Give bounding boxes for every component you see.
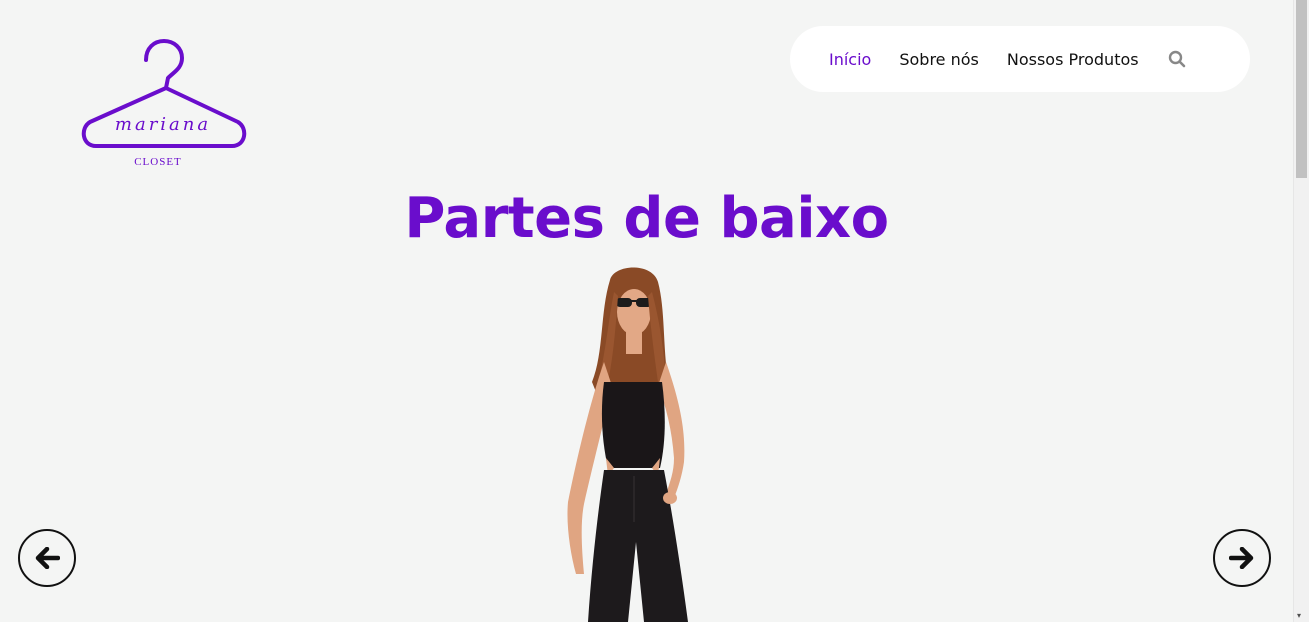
carousel-prev-button[interactable]	[18, 529, 76, 587]
logo-script-text: mariana	[114, 114, 212, 135]
nav-link-inicio[interactable]: Início	[829, 50, 871, 69]
logo-sub-text: CLOSET	[134, 156, 182, 168]
scrollbar-thumb[interactable]	[1296, 0, 1307, 178]
arrow-right-icon	[1229, 547, 1254, 569]
hanger-icon	[81, 38, 247, 148]
logo[interactable]: mariana CLOSET	[76, 38, 252, 174]
arrow-left-icon	[35, 547, 60, 569]
page-scrollbar[interactable]: ▾	[1293, 0, 1309, 622]
main-nav: Início Sobre nós Nossos Produtos	[790, 26, 1250, 92]
nav-link-sobre-nos[interactable]: Sobre nós	[899, 50, 979, 69]
page: mariana CLOSET Início Sobre nós Nossos P…	[0, 0, 1309, 622]
search-icon[interactable]	[1167, 49, 1187, 69]
product-model-image	[567, 267, 688, 622]
carousel-next-button[interactable]	[1213, 529, 1271, 587]
nav-link-nossos-produtos[interactable]: Nossos Produtos	[1007, 50, 1139, 69]
page-title: Partes de baixo	[404, 186, 889, 251]
scroll-down-icon[interactable]: ▾	[1297, 612, 1301, 620]
